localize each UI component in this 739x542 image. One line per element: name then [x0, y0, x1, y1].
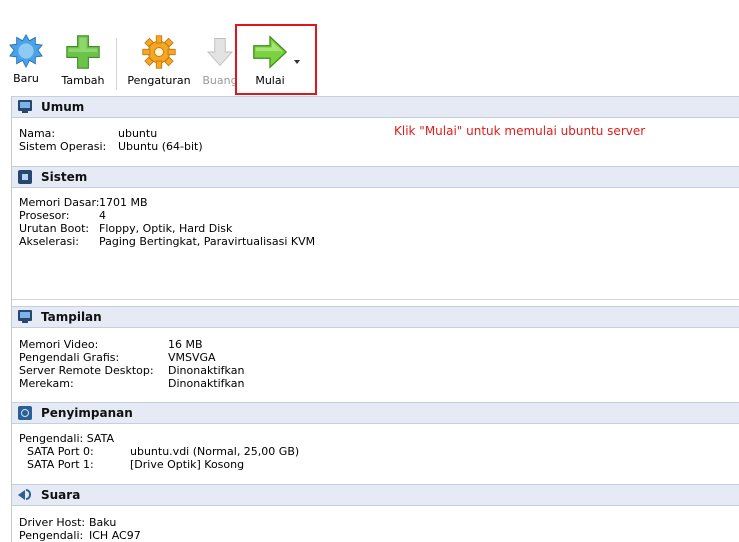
- general-os-key: Sistem Operasi:: [19, 140, 107, 153]
- new-button[interactable]: Baru: [9, 34, 43, 94]
- system-memory-value: 1701 MB: [99, 196, 148, 209]
- storage-port0-value: ubuntu.vdi (Normal, 25,00 GB): [130, 445, 300, 458]
- speaker-icon: [18, 488, 32, 502]
- system-memory-key: Memori Dasar:: [19, 196, 100, 209]
- display-vmem-key: Memori Video:: [19, 338, 99, 351]
- section-general-header[interactable]: Umum: [12, 96, 739, 118]
- highlight-box: [235, 24, 317, 95]
- display-monitor-icon: [18, 310, 32, 324]
- display-gc-value: VMSVGA: [168, 351, 216, 364]
- system-divider: [12, 299, 739, 300]
- display-rec-value: Dinonaktifkan: [168, 377, 245, 390]
- section-display: Tampilan Memori Video: 16 MB Pengendali …: [12, 306, 739, 402]
- display-rds-value: Dinonaktifkan: [168, 364, 245, 377]
- discard-label: Buang: [202, 74, 238, 87]
- display-gc-key: Pengendali Grafis:: [19, 351, 120, 364]
- section-system-header[interactable]: Sistem: [12, 166, 739, 188]
- toolbar: Baru Tambah Pengaturan Buang Mulai: [0, 0, 739, 96]
- storage-port1-value: [Drive Optik] Kosong: [130, 458, 245, 471]
- storage-controller-label: Pengendali: SATA: [19, 432, 114, 445]
- general-name-value: ubuntu: [118, 127, 158, 140]
- add-label: Tambah: [61, 74, 105, 87]
- general-name-key: Nama:: [19, 127, 56, 140]
- storage-disk-icon: [18, 406, 32, 420]
- section-audio-title: Suara: [41, 488, 81, 502]
- audio-host-value: Baku: [89, 516, 117, 529]
- section-audio-header[interactable]: Suara: [12, 484, 739, 506]
- system-boot-key: Urutan Boot:: [19, 222, 90, 235]
- audio-host-key: Driver Host:: [19, 516, 86, 529]
- discard-button[interactable]: Buang: [202, 34, 238, 94]
- section-display-header[interactable]: Tampilan: [12, 306, 739, 328]
- section-display-title: Tampilan: [41, 310, 102, 324]
- system-cpu-value: 4: [99, 209, 106, 222]
- down-arrow-icon: [206, 38, 234, 67]
- details-pane: Umum Nama: ubuntu Sistem Operasi: Ubuntu…: [11, 96, 739, 542]
- storage-port0-key: SATA Port 0:: [27, 445, 94, 458]
- audio-controller-value: ICH AC97: [89, 529, 141, 542]
- display-vmem-value: 16 MB: [168, 338, 203, 351]
- storage-port1-key: SATA Port 1:: [27, 458, 94, 471]
- system-accel-value: Paging Bertingkat, Paravirtualisasi KVM: [99, 235, 316, 248]
- settings-button[interactable]: Pengaturan: [125, 34, 193, 94]
- section-audio: Suara Driver Host: Baku Pengendali: ICH …: [12, 484, 739, 542]
- settings-label: Pengaturan: [127, 74, 191, 87]
- section-system: Sistem Memori Dasar: 1701 MB Prosesor: 4…: [12, 166, 739, 300]
- add-button[interactable]: Tambah: [58, 34, 108, 94]
- instruction-annotation: Klik "Mulai" untuk memulai ubuntu server: [394, 124, 646, 138]
- toolbar-separator: [116, 38, 117, 90]
- new-label: Baru: [13, 72, 39, 85]
- section-storage: Penyimpanan Pengendali: SATA SATA Port 0…: [12, 402, 739, 480]
- gear-icon: [142, 35, 176, 69]
- display-rds-key: Server Remote Desktop:: [19, 364, 154, 377]
- section-storage-title: Penyimpanan: [41, 406, 133, 420]
- section-general-title: Umum: [41, 100, 85, 114]
- chip-icon: [18, 170, 32, 184]
- system-boot-value: Floppy, Optik, Hard Disk: [99, 222, 233, 235]
- system-accel-key: Akselerasi:: [19, 235, 79, 248]
- new-icon: [9, 34, 43, 68]
- section-system-title: Sistem: [41, 170, 88, 184]
- audio-controller-key: Pengendali:: [19, 529, 84, 542]
- monitor-icon: [18, 100, 32, 114]
- general-os-value: Ubuntu (64-bit): [118, 140, 203, 153]
- system-cpu-key: Prosesor:: [19, 209, 70, 222]
- section-storage-header[interactable]: Penyimpanan: [12, 402, 739, 424]
- green-plus-icon: [66, 35, 100, 69]
- display-rec-key: Merekam:: [19, 377, 74, 390]
